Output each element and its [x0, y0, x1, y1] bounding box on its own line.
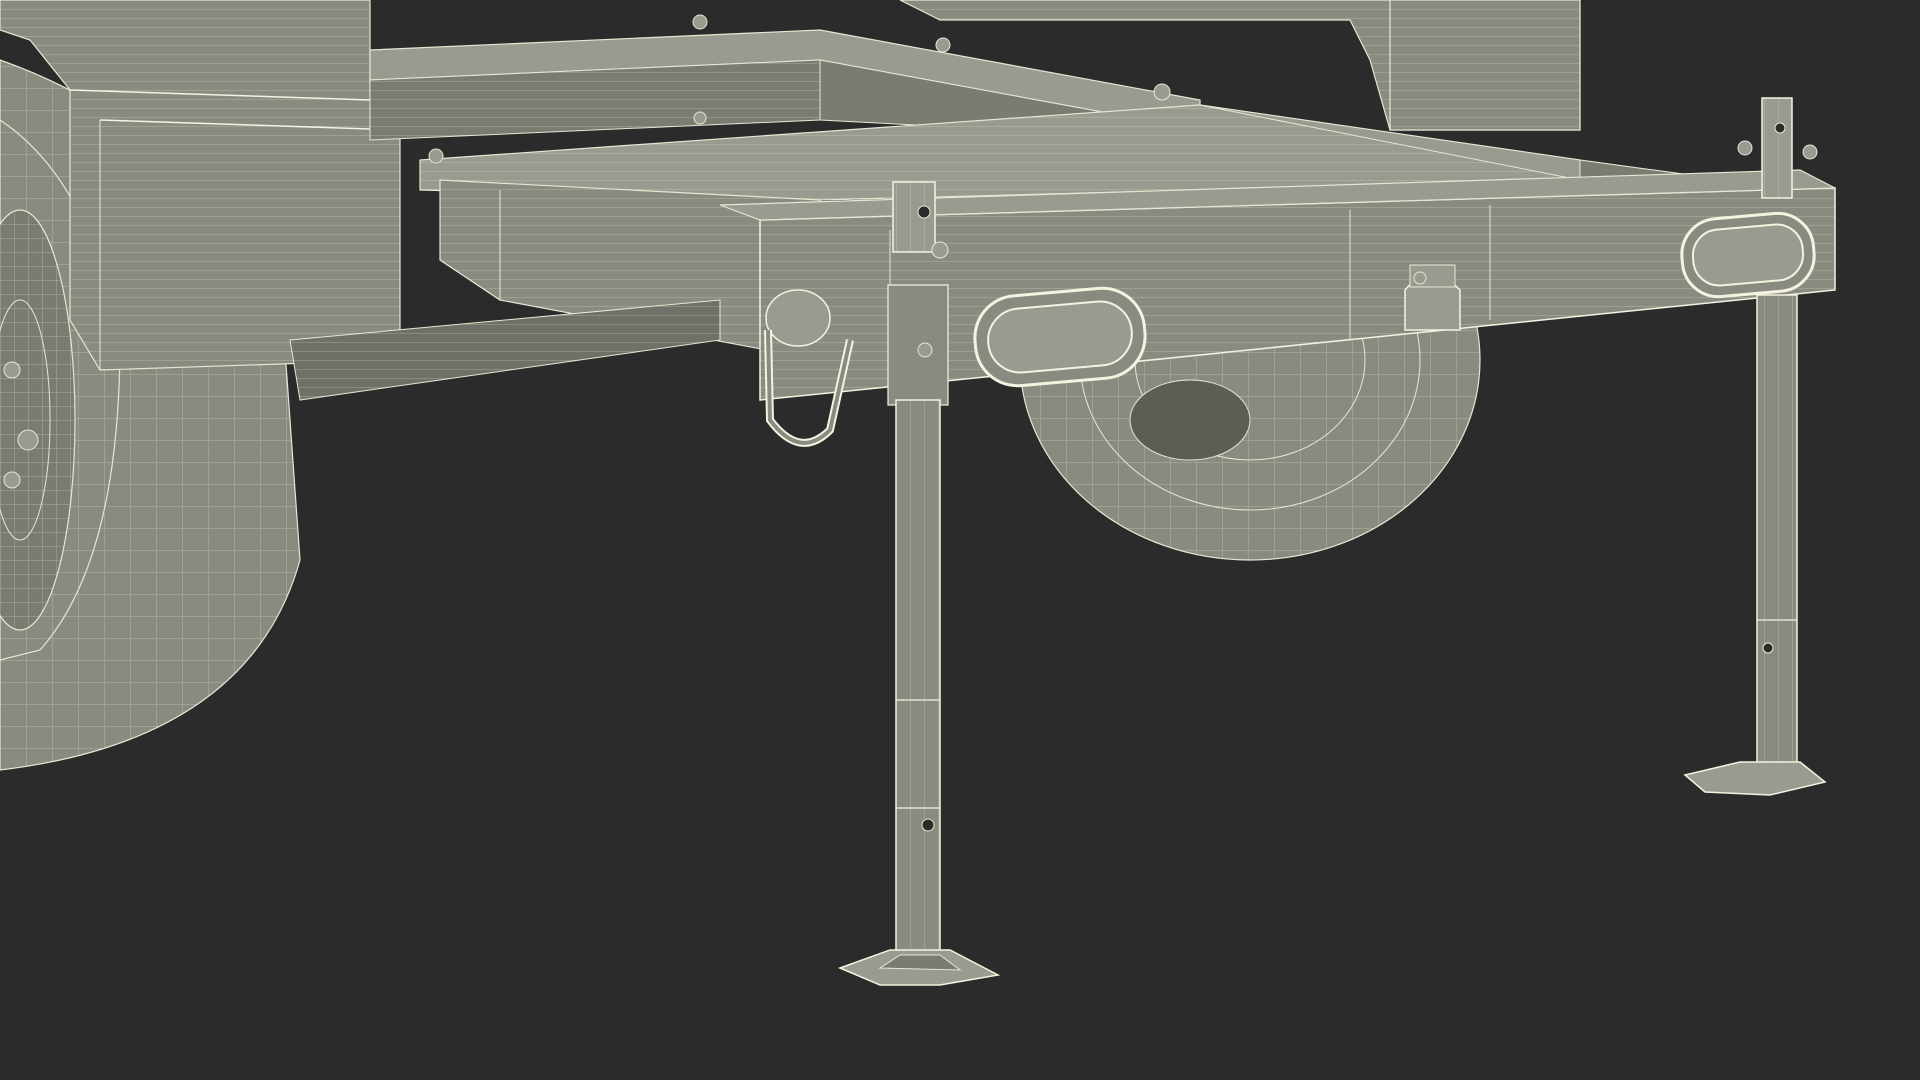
tail-light-right [1680, 211, 1816, 299]
tail-light-left [973, 286, 1147, 388]
3d-viewport[interactable] [0, 0, 1920, 1080]
wireframe-render [0, 0, 1836, 986]
reflector [1404, 264, 1461, 331]
